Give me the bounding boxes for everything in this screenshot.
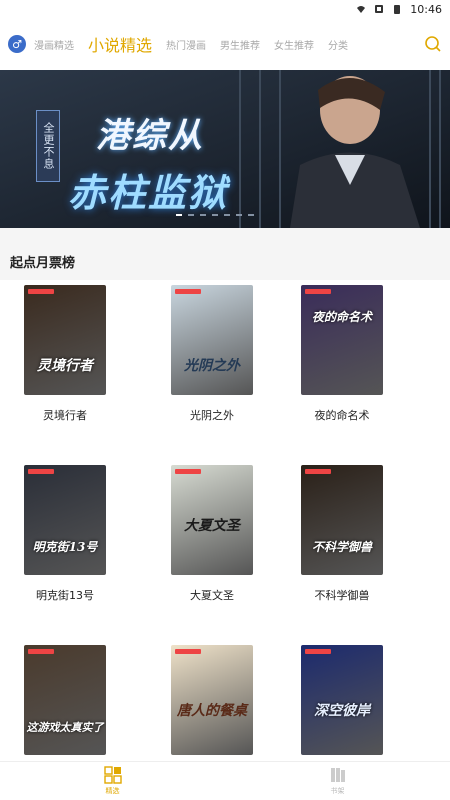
book-cover[interactable]: 明克街13号 — [24, 465, 106, 575]
book-cover[interactable]: 这游戏太真实了 — [24, 645, 106, 755]
pager-dot[interactable] — [224, 214, 230, 216]
book-cover[interactable]: 光阴之外 — [171, 285, 253, 395]
publisher-badge — [28, 289, 54, 294]
book-card[interactable]: 夜的命名术 夜的命名术 — [282, 285, 402, 423]
book-title[interactable]: 明克街13号 — [5, 587, 125, 603]
bottom-tab-bar: 精选 书架 — [0, 761, 450, 800]
grid-icon — [103, 766, 122, 784]
tab-male-recommend[interactable]: 男生推荐 — [220, 37, 260, 52]
publisher-badge — [175, 649, 201, 654]
publisher-badge — [305, 469, 331, 474]
battery-icon — [394, 5, 401, 14]
search-icon[interactable] — [424, 35, 442, 53]
pager-dot[interactable] — [176, 214, 182, 216]
cover-title: 唐人的餐桌 — [177, 703, 247, 719]
book-card[interactable]: 这游戏太真实了 — [5, 645, 125, 755]
book-cover[interactable]: 唐人的餐桌 — [171, 645, 253, 755]
book-card[interactable]: 不科学御兽 不科学御兽 — [282, 465, 402, 603]
pager-dot[interactable] — [212, 214, 218, 216]
cover-title: 这游戏太真实了 — [26, 721, 104, 734]
tab-picks[interactable]: 精选 — [103, 766, 122, 796]
status-time: 10:46 — [410, 2, 442, 16]
tab-category[interactable]: 分类 — [328, 37, 348, 52]
pager-dot[interactable] — [236, 214, 242, 216]
publisher-badge — [305, 649, 331, 654]
tab-novel-picks[interactable]: 小说精选 — [88, 32, 152, 56]
tab-bar: 漫画精选 小说精选 热门漫画 男生推荐 女生推荐 分类 — [34, 32, 418, 56]
top-nav: ♂ 漫画精选 小说精选 热门漫画 男生推荐 女生推荐 分类 — [0, 18, 450, 70]
hero-banner[interactable]: 全更不息 港综从 赤柱监狱 开始 — [0, 70, 450, 228]
tab-bookshelf-label: 书架 — [330, 787, 345, 795]
cover-title: 明克街13号 — [32, 540, 98, 554]
pager-dot[interactable] — [248, 214, 254, 216]
banner-tag: 全更不息 — [36, 110, 60, 182]
cover-title: 大夏文圣 — [184, 518, 240, 534]
tab-female-recommend[interactable]: 女生推荐 — [274, 37, 314, 52]
publisher-badge — [28, 469, 54, 474]
tab-hot-comics[interactable]: 热门漫画 — [166, 37, 206, 52]
status-bar: 10:46 — [0, 0, 450, 18]
banner-title-line2: 赤柱监狱 — [68, 170, 229, 215]
banner-title-line1: 港综从 — [96, 116, 204, 156]
book-title[interactable]: 光阴之外 — [152, 407, 272, 423]
book-cover[interactable]: 不科学御兽 — [301, 465, 383, 575]
tab-comic-picks[interactable]: 漫画精选 — [34, 37, 74, 52]
signal-icon — [375, 5, 384, 13]
book-title[interactable]: 灵境行者 — [5, 407, 125, 423]
book-cover[interactable]: 深空彼岸 — [301, 645, 383, 755]
cover-title: 夜的命名术 — [311, 310, 372, 324]
book-title[interactable]: 不科学御兽 — [282, 587, 402, 603]
book-cover[interactable]: 夜的命名术 — [301, 285, 383, 395]
cover-title: 不科学御兽 — [311, 540, 372, 554]
book-card[interactable]: 灵境行者 灵境行者 — [5, 285, 125, 423]
book-card[interactable]: 大夏文圣 大夏文圣 — [152, 465, 272, 603]
banner-pager — [176, 214, 254, 216]
bookshelf-icon — [330, 768, 345, 782]
book-grid: 灵境行者 灵境行者 光阴之外 光阴之外 夜的命名术 夜的命名术 明克街13号 明… — [0, 280, 450, 762]
cover-title: 光阴之外 — [184, 358, 240, 374]
book-cover[interactable]: 大夏文圣 — [171, 465, 253, 575]
gender-avatar-icon[interactable]: ♂ — [8, 35, 26, 53]
tab-picks-label: 精选 — [105, 787, 120, 795]
book-card[interactable]: 深空彼岸 — [282, 645, 402, 755]
pager-dot[interactable] — [188, 214, 194, 216]
publisher-badge — [175, 469, 201, 474]
publisher-badge — [305, 289, 331, 294]
book-title[interactable]: 大夏文圣 — [152, 587, 272, 603]
book-card[interactable]: 唐人的餐桌 — [152, 645, 272, 755]
pager-dot[interactable] — [200, 214, 206, 216]
cover-title: 灵境行者 — [37, 358, 93, 374]
publisher-badge — [175, 289, 201, 294]
book-card[interactable]: 明克街13号 明克街13号 — [5, 465, 125, 603]
book-card[interactable]: 光阴之外 光阴之外 — [152, 285, 272, 423]
tab-bookshelf[interactable]: 书架 — [329, 766, 347, 796]
wifi-icon — [357, 6, 366, 13]
section-title: 起点月票榜 — [0, 242, 450, 280]
book-cover[interactable]: 灵境行者 — [24, 285, 106, 395]
book-title[interactable]: 夜的命名术 — [282, 407, 402, 423]
cover-title: 深空彼岸 — [314, 703, 370, 719]
publisher-badge — [28, 649, 54, 654]
